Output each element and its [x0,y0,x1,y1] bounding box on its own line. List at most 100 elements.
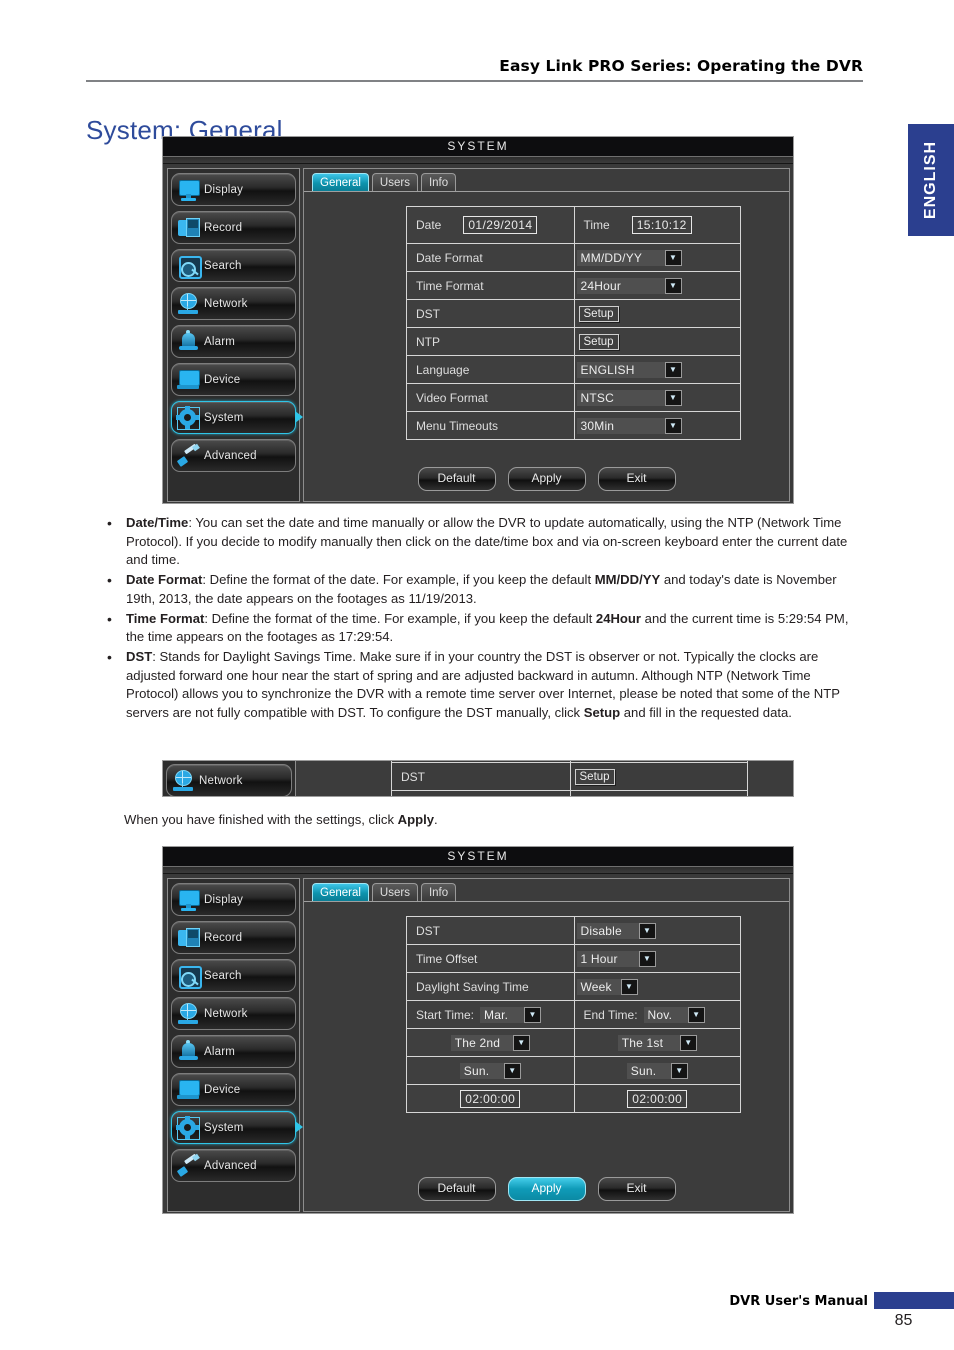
apply-button[interactable]: Apply [507,467,586,491]
row-date-format: Date Format MM/DD/YY ▼ [407,244,740,272]
row-language: Language ENGLISH ▼ [407,356,740,384]
chevron-down-icon: ▼ [670,1062,688,1079]
exit-button[interactable]: Exit [597,1177,676,1201]
sidebar-item-system[interactable]: System [171,1111,303,1144]
dvr-body: Display Record Search Network Alarm Devi… [163,874,793,1216]
sidebar-item-display[interactable]: Display [171,883,296,916]
sidebar-item-search[interactable]: Search [171,959,296,992]
dst-setup-button[interactable]: Setup [578,305,619,322]
date-label: Date [416,218,442,232]
default-button[interactable]: Default [417,1177,496,1201]
start-day-select[interactable]: Sun. ▼ [459,1062,521,1079]
advanced-screwdriver-icon [175,1153,202,1179]
sidebar-label-advanced: Advanced [204,449,257,462]
dst-label: DST [416,923,440,938]
date-input[interactable]: 01/29/2014 [463,216,538,234]
crop-content-pane: DST Setup [296,761,793,796]
sidebar-item-record[interactable]: Record [171,921,296,954]
system-gear-icon [175,1115,202,1141]
end-clock-input[interactable]: 02:00:00 [627,1089,688,1108]
tab-info[interactable]: Info [420,173,457,191]
exit-button[interactable]: Exit [597,467,676,491]
sidebar-item-alarm[interactable]: Alarm [171,1035,296,1068]
daylight-saving-select[interactable]: Week ▼ [576,978,638,995]
list-item: Date/Time: You can set the date and time… [100,513,865,570]
sidebar-item-display[interactable]: Display [171,173,296,206]
sidebar-label-search: Search [204,259,242,272]
network-icon [175,1001,202,1027]
tab-general[interactable]: General [312,883,369,901]
row-weekday: Sun. ▼ Sun. ▼ [407,1057,740,1085]
chevron-down-icon: ▼ [503,1062,521,1079]
sidebar-item-record[interactable]: Record [171,211,296,244]
language-label: Language [416,362,470,377]
end-ordinal-select[interactable]: The 1st ▼ [617,1034,697,1051]
daylight-saving-label: Daylight Saving Time [416,979,529,994]
tab-users[interactable]: Users [371,173,418,191]
sidebar-item-advanced[interactable]: Advanced [171,1149,296,1182]
row-video-format: Video Format NTSC ▼ [407,384,740,412]
sidebar-label-system: System [204,1121,244,1134]
ntp-setup-button[interactable]: Setup [578,333,619,350]
crop-sidebar: Network [163,761,296,796]
sidebar-item-device[interactable]: Device [171,363,296,396]
bullet-text: : Define the format of the time. For exa… [126,610,849,645]
time-input[interactable]: 15:10:12 [631,216,692,234]
language-tab: ENGLISH [908,124,954,236]
crop-row-partial-bottom [392,791,747,796]
bullet-term: Date Format [126,572,203,588]
row-start-end-month: Start Time: Mar. ▼ End Time: Nov. ▼ [407,1001,740,1029]
apply-button[interactable]: Apply [507,1177,586,1201]
dst-label: DST [416,306,440,321]
list-item: Date Format: Define the format of the da… [100,570,865,608]
tab-info[interactable]: Info [420,883,457,901]
dst-settings-form: DST Disable ▼ Time Offset 1 Hour ▼ Dayli… [406,916,741,1113]
footer-accent-bar [874,1292,954,1309]
dvr-crop-dst-row: Network DST Setup [162,760,794,797]
page-number: 85 [894,1312,913,1329]
sidebar-item-device[interactable]: Device [171,1073,296,1106]
crop-dst-setup-button[interactable]: Setup [574,768,615,785]
closing-note: When you have finished with the settings… [124,812,438,827]
sidebar-item-network[interactable]: Network [171,997,296,1030]
dvr-window-general: SYSTEM Display Record Search Network Ala… [162,136,794,504]
date-format-cell: MM/DD/YY ▼ [573,244,741,271]
dst-cell: Setup [573,300,741,327]
sidebar-item-network[interactable]: Network [166,764,292,796]
row-date-time: Date 01/29/2014 Time 15:10:12 [407,207,740,244]
sidebar-item-system[interactable]: System [171,401,303,434]
start-day-cell: Sun. ▼ [407,1057,574,1084]
sidebar-item-search[interactable]: Search [171,249,296,282]
start-clock-input[interactable]: 02:00:00 [460,1089,521,1108]
bullet-term: Time Format [126,610,205,626]
start-clock-cell: 02:00:00 [407,1085,574,1112]
time-offset-select[interactable]: 1 Hour ▼ [576,950,656,967]
alarm-icon [175,1039,202,1065]
time-format-select[interactable]: 24Hour ▼ [576,277,682,294]
tab-users[interactable]: Users [371,883,418,901]
dst-select[interactable]: Disable ▼ [576,922,656,939]
date-format-select[interactable]: MM/DD/YY ▼ [576,249,682,266]
language-tab-label: ENGLISH [922,140,939,220]
sidebar-item-alarm[interactable]: Alarm [171,325,296,358]
row-ntp: NTP Setup [407,328,740,356]
sidebar-label-network: Network [204,1007,248,1020]
sidebar-item-advanced[interactable]: Advanced [171,439,296,472]
language-select[interactable]: ENGLISH ▼ [576,361,682,378]
menu-timeouts-select[interactable]: 30Min ▼ [576,417,682,434]
sidebar-item-network[interactable]: Network [171,287,296,320]
language-value: ENGLISH [576,361,665,378]
chevron-down-icon: ▼ [524,1006,542,1023]
start-ordinal-select[interactable]: The 2nd ▼ [450,1034,530,1051]
start-month-select[interactable]: Mar. ▼ [480,1006,542,1023]
sidebar-label-network: Network [204,297,248,310]
tab-general[interactable]: General [312,173,369,191]
general-settings-form: Date 01/29/2014 Time 15:10:12 Date Forma… [406,206,741,440]
end-month-select[interactable]: Nov. ▼ [643,1006,705,1023]
sidebar-label-display: Display [204,893,244,906]
end-day-select[interactable]: Sun. ▼ [626,1062,688,1079]
video-format-select[interactable]: NTSC ▼ [576,389,682,406]
daylight-saving-value: Week [576,978,621,995]
default-button[interactable]: Default [417,467,496,491]
time-offset-label: Time Offset [416,951,478,966]
